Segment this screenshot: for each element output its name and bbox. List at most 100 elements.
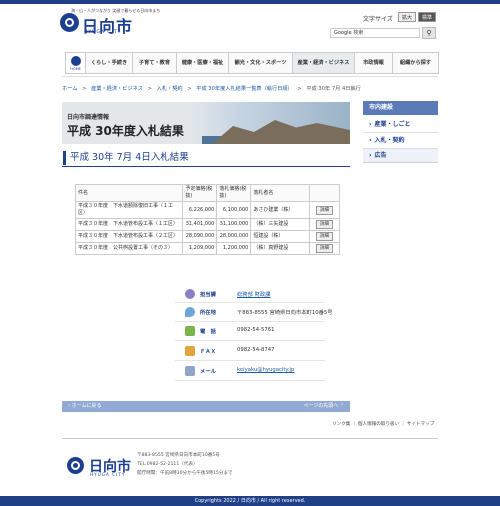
city-logo-icon[interactable]	[60, 13, 79, 32]
col-header-name: 件名	[74, 184, 184, 202]
cell-planned: 31,401,000	[182, 218, 218, 231]
cell-won: 31,100,000	[216, 218, 252, 231]
breadcrumb-bidding[interactable]: 入札・契約	[157, 86, 183, 92]
home-icon	[70, 56, 81, 66]
contact-tel-label: 電 話	[200, 329, 216, 335]
page-top-label: ページの先頭へ	[303, 403, 339, 409]
nav-item-living[interactable]: くらし・手続き	[86, 52, 133, 74]
cell-name: 平成３０年度 下水道管布設工事（２工区）	[74, 230, 184, 243]
col-header-detail	[309, 184, 340, 202]
person-icon	[185, 289, 195, 299]
page-title: 平成 30年 7月 4日入札結果	[62, 150, 350, 167]
sidebar-item-bidding[interactable]: 入札・契約	[363, 133, 438, 149]
font-size-label: 文字サイズ	[363, 16, 393, 23]
location-pin-icon	[185, 307, 195, 317]
cell-detail: 詳細	[309, 230, 340, 243]
table-row: 平成３０年度 下水道管布設工事（１工区） 31,401,000 31,100,0…	[74, 218, 340, 231]
font-size-standard-button[interactable]: 標準	[418, 12, 436, 22]
footer-hours: 開庁時間：午前8時30分から午後5時15分まで	[137, 471, 233, 476]
cell-won: 28,000,000	[216, 230, 252, 243]
nav-divider	[62, 76, 438, 77]
cell-planned: 6,226,000	[182, 201, 218, 219]
contact-divider	[175, 302, 325, 303]
breadcrumb-sep: >	[82, 86, 87, 92]
font-size-large-button[interactable]: 拡大	[398, 12, 416, 22]
page-banner: 日向市調達情報 平成 30年度入札結果	[62, 102, 350, 144]
table-row: 平成３０年度 下水道額除復旧工事（１工区） 6,226,000 6,100,00…	[74, 201, 340, 219]
breadcrumb-current: 平成 30年 7月 4日執行	[306, 86, 361, 92]
breadcrumb-industry[interactable]: 産業・経済・ビジネス	[91, 86, 143, 92]
table-header-row: 件名 予定価格(税抜) 落札価格(税抜) 落札者名	[74, 184, 340, 202]
banner-rock-image	[212, 120, 350, 144]
cell-detail: 詳細	[309, 201, 340, 219]
back-to-home-link[interactable]: ‹ ホームに戻る	[68, 401, 101, 412]
col-header-planned: 予定価格(税抜)	[182, 184, 218, 202]
sidebar-title[interactable]: 市内建設	[363, 101, 438, 115]
cell-won: 1,200,000	[216, 242, 252, 255]
cell-winner: （株）真野建設	[250, 242, 311, 255]
nav-item-org[interactable]: 組織から探す	[393, 52, 439, 74]
detail-button[interactable]: 詳細	[316, 244, 334, 253]
sidebar-item-ads[interactable]: 広告	[363, 149, 438, 163]
footer-divider	[62, 438, 438, 439]
cell-detail: 詳細	[309, 242, 340, 255]
contact-divider	[175, 340, 325, 341]
footer-logo-icon	[67, 457, 84, 474]
footer-tel: TEL.0982-52-2111（代表）	[137, 462, 198, 467]
page-top-link[interactable]: ページの先頭へ ⌃	[303, 401, 344, 412]
cell-planned: 28,090,000	[182, 230, 218, 243]
top-accent-bar	[0, 0, 500, 4]
mail-icon	[185, 366, 195, 376]
cell-name: 平成３０年度 公共桝設置工事（その３）	[74, 242, 184, 255]
contact-mail-link[interactable]: keiyaku@hyugacity.jp	[237, 367, 294, 373]
detail-button[interactable]: 詳細	[316, 220, 334, 229]
contact-divider	[175, 321, 325, 322]
table-row: 平成３０年度 公共桝設置工事（その３） 1,209,000 1,200,000 …	[74, 242, 340, 255]
col-header-winner: 落札者名	[250, 184, 311, 202]
breadcrumb-home[interactable]: ホーム	[62, 86, 77, 92]
sidebar-item-industry[interactable]: 産業・しごと	[363, 117, 438, 133]
back-to-home-label: ホームに戻る	[71, 403, 102, 409]
breadcrumb-sep: >	[187, 86, 192, 92]
nav-item-industry[interactable]: 産業・経済・ビジネス	[293, 52, 355, 74]
footer-address: 〒883-8555 宮崎県日向市本町10番5号	[137, 453, 220, 458]
contact-addr-label: 所在地	[200, 310, 216, 316]
breadcrumb-results-list[interactable]: 平成 30年度入札結果一覧表（執行日順）	[196, 86, 292, 92]
detail-button[interactable]: 詳細	[316, 205, 334, 215]
search-input[interactable]: Google 検索	[330, 28, 420, 38]
nav-item-health[interactable]: 健康・医療・福祉	[177, 52, 229, 74]
cell-name: 平成３０年度 下水道額除復旧工事（１工区）	[74, 201, 184, 219]
banner-title: 平成 30年度入札結果	[67, 124, 184, 138]
nav-item-tourism[interactable]: 観光・文化・スポーツ	[229, 52, 293, 74]
breadcrumb: ホーム > 産業・経済・ビジネス > 入札・契約 > 平成 30年度入札結果一覧…	[62, 85, 364, 92]
cell-winner: あさひ建業（株）	[250, 201, 311, 219]
nav-item-citygov[interactable]: 市政情報	[355, 52, 393, 74]
contact-mail-label: メール	[200, 369, 216, 375]
site-logo-en: HYUGA CITY	[84, 30, 122, 35]
detail-button[interactable]: 詳細	[316, 232, 334, 241]
contact-fax-value: 0982-54-8747	[237, 347, 275, 353]
table-row: 平成３０年度 下水道管布設工事（２工区） 28,090,000 28,000,0…	[74, 230, 340, 243]
cell-winner: 恒建設（株）	[250, 230, 311, 243]
contact-tel-value: 0982-54-5761	[237, 327, 275, 333]
breadcrumb-sep: >	[297, 86, 302, 92]
cell-won: 6,100,000	[216, 201, 252, 219]
contact-dept-link[interactable]: 総務部 財政課	[237, 290, 270, 298]
nav-item-childcare[interactable]: 子育て・教育	[133, 52, 177, 74]
breadcrumb-sep: >	[147, 86, 152, 92]
nav-home[interactable]: HOME	[65, 52, 86, 74]
footer-links[interactable]: リンク集 ｜ 個人情報の取り扱い ｜ サイトマップ	[332, 421, 434, 427]
nav-home-label: HOME	[70, 67, 81, 71]
copyright: Copyrights 2022 / 日向市 / All right reserv…	[0, 496, 500, 506]
footer-logo-en: HYUGA CITY	[90, 472, 126, 477]
search-button[interactable]: ⚲	[422, 27, 436, 39]
search-icon: ⚲	[426, 29, 432, 37]
banner-subtitle: 日向市調達情報	[67, 114, 110, 121]
cell-name: 平成３０年度 下水道管布設工事（１工区）	[74, 218, 184, 231]
contact-fax-label: ＦＡＸ	[200, 349, 216, 355]
phone-icon	[185, 326, 195, 336]
cell-detail: 詳細	[309, 218, 340, 231]
contact-dept-label: 担当課	[200, 292, 216, 298]
search-brand: Google	[334, 30, 352, 36]
contact-addr-value: 〒883-8555 宮崎県日向市本町10番5号	[237, 310, 333, 316]
